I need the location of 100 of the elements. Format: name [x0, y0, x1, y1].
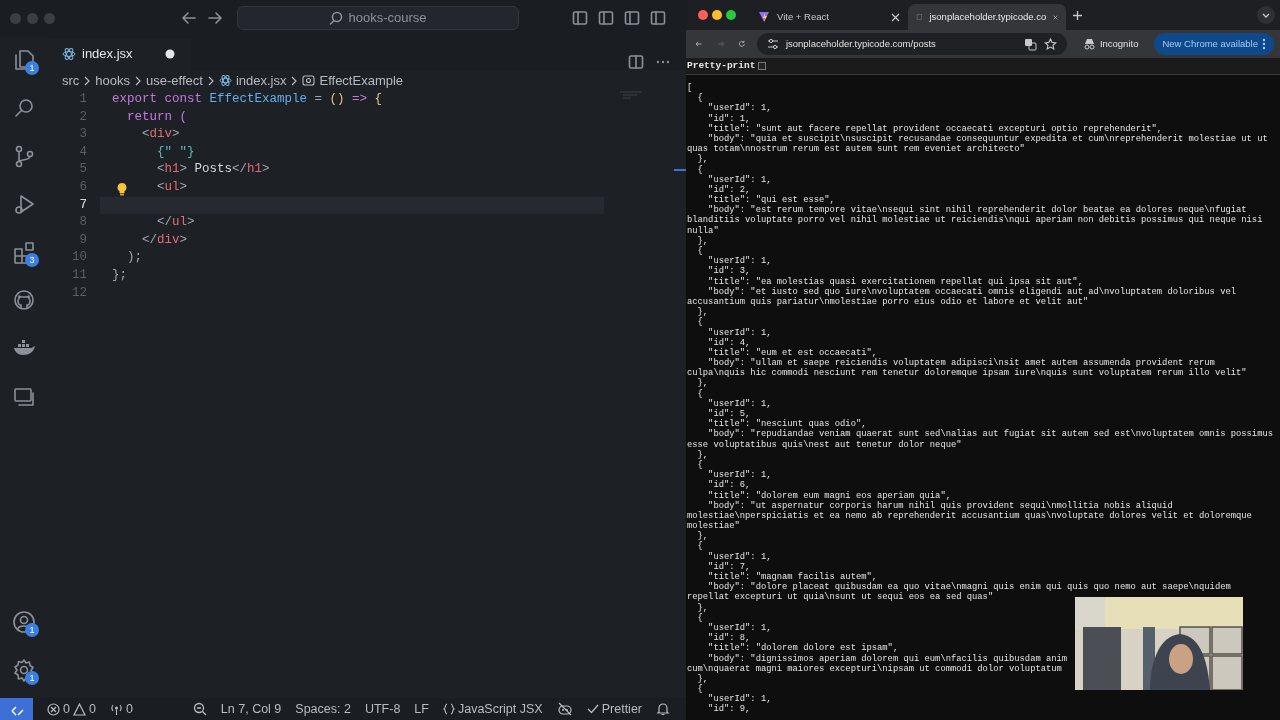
line-number: 9 [78, 231, 88, 249]
breadcrumb-item[interactable]: use-effect [146, 70, 203, 91]
forward-arrow-icon[interactable] [207, 10, 223, 26]
split-editor-icon[interactable] [628, 54, 644, 70]
json-line: culpa\nquis hic commodi nesciunt rem tenetur doloremque ipsam iure\nquis sunt voluptatem rerum illo velit" [687, 368, 1247, 379]
close-icon[interactable] [891, 12, 900, 22]
update-chrome-button[interactable]: New Chrome available [1154, 33, 1274, 55]
status-item[interactable]: Ln 7, Col 9 [220, 699, 282, 719]
braces-icon [442, 703, 455, 715]
pretty-print-checkbox[interactable] [758, 62, 767, 70]
json-line: "body": "dignissimos aperiam dolorem qui eum\nfacilis quibusdam anim [707, 653, 1068, 664]
json-line: }, [696, 235, 709, 246]
editor-tab[interactable]: index.jsx [48, 38, 191, 70]
status-item[interactable]: UTF-8 [364, 699, 401, 719]
json-line: "id": 4, [707, 337, 751, 348]
json-line: "userId": 1, [707, 398, 772, 409]
settings-icon[interactable] [12, 658, 36, 682]
check-icon [586, 703, 599, 715]
incognito-indicator[interactable]: Incognito [1074, 33, 1147, 55]
remote-button[interactable] [0, 698, 33, 720]
json-line: "id": 1, [707, 113, 751, 124]
code-line: <h1> Posts</h1> [157, 162, 270, 177]
scroll-marker [674, 169, 686, 171]
star-icon[interactable] [1043, 37, 1057, 51]
search-icon[interactable] [12, 96, 36, 120]
code-line: {" "} [157, 144, 195, 159]
json-line: "id": 3, [707, 266, 751, 277]
copilot-icon[interactable] [556, 702, 573, 716]
code-line: <div> [142, 127, 180, 142]
unsaved-dot-icon [164, 49, 175, 59]
notification-badge: 1 [25, 61, 39, 75]
files-icon[interactable] [12, 48, 36, 72]
line-number: 10 [71, 249, 88, 267]
json-line: "id": 5, [707, 409, 751, 419]
json-line: "id": 9, [707, 704, 751, 715]
chevron-icon [134, 75, 143, 86]
code-line: </ul> [157, 215, 195, 230]
back-arrow-icon[interactable] [181, 10, 197, 26]
site-info-icon [766, 38, 779, 50]
extensions-icon[interactable] [12, 240, 36, 264]
json-line: "body": "et iusto sed quo iure\nvoluptatem occaecati omnis eligendi aut ad\nvoluptatem doloribus vel [707, 286, 1236, 297]
code-line: export const EffectExample = () => { [112, 92, 383, 106]
json-line: { [696, 246, 703, 257]
json-line: quas totam\nnostrum rerum est autem sunt rem eveniet architecto" [687, 144, 1025, 155]
json-line: "title": "eum et est occaecati", [707, 347, 878, 358]
sidebar-layout-icon[interactable] [572, 10, 588, 26]
json-line: "id": 2, [707, 184, 751, 195]
breadcrumb-item[interactable]: index.jsx [235, 70, 287, 91]
json-line: }, [696, 673, 709, 684]
bell-icon[interactable] [656, 702, 670, 716]
json-line: "userId": 1, [707, 256, 772, 267]
warning-icon [72, 702, 86, 716]
breadcrumb-item[interactable]: src [62, 70, 80, 91]
panel-layout-icon[interactable] [598, 10, 614, 26]
close-window-button[interactable] [698, 10, 708, 20]
broadcast-icon [109, 702, 123, 716]
browser-tab[interactable]: Vite + React [750, 4, 908, 30]
json-line: { [696, 541, 703, 552]
json-line: { [696, 459, 703, 471]
json-line: { [696, 164, 703, 175]
status-item[interactable]: LF [414, 699, 429, 719]
json-line: "userId": 1, [707, 622, 772, 633]
secondary-sidebar-icon[interactable] [624, 10, 640, 26]
translate-icon[interactable] [1023, 37, 1037, 51]
breadcrumb-item[interactable]: EffectExample [319, 70, 404, 91]
line-number: 1 [78, 91, 88, 108]
json-line: [ [687, 83, 693, 94]
minimize-window-button[interactable] [712, 10, 722, 20]
code-line: return ( [127, 109, 188, 124]
account-icon[interactable] [12, 610, 36, 634]
github-icon[interactable] [12, 288, 36, 312]
json-line: cum\nquaerat magni maiores excepturi\nipsam ut commodi dolor voluptatum [687, 663, 1062, 674]
line-number: 5 [78, 161, 88, 179]
new-tab-icon[interactable] [1072, 9, 1083, 21]
zoom-icon[interactable] [192, 702, 207, 716]
json-line: "body": "dolore placeat quibusdam ea quo vitae\nmagni quis enim qui quis quo nemo aut saepe\nquidem [708, 582, 1231, 593]
lightbulb-icon[interactable] [116, 181, 128, 196]
address-bar[interactable]: jsonplaceholder.typicode.com/posts [756, 33, 1067, 55]
json-line: molestiae\nperspiciatis et ea nemo ab reprehenderit accusantium quas\nvoluptate dolores velit et doloremque [687, 510, 1252, 521]
json-line: "title": "dolorem eum magni eos aperiam quia", [707, 490, 951, 501]
run-debug-icon[interactable] [12, 192, 36, 216]
tab-search-icon[interactable] [1257, 6, 1275, 24]
prettier-status[interactable]: Prettier [586, 699, 642, 719]
browser-tab[interactable]: jsonplaceholder.typicode.co [908, 4, 1066, 30]
json-line: "userId": 1, [707, 694, 772, 705]
language-mode[interactable]: JavaScript JSX [442, 699, 543, 719]
json-line: }, [696, 449, 709, 460]
problems-status[interactable]: 0 0 [47, 699, 96, 719]
json-line: "userId": 1, [707, 327, 772, 338]
json-line: "body": "quia et suscipit\nsuscipit recusandae consequuntur expedita et cum\nreprehenderit molestiae ut ut [707, 133, 1268, 144]
status-item[interactable]: Spaces: 2 [295, 699, 351, 719]
json-line: molestiae" [687, 521, 740, 532]
ports-status[interactable]: 0 [109, 699, 133, 719]
breadcrumb-item[interactable]: hooks [95, 70, 131, 91]
json-line: "title": "ea molestias quasi exercitationem repellat qui ipsa sit aut", [707, 276, 1083, 287]
customize-layout-icon[interactable] [650, 10, 666, 26]
maximize-window-button[interactable] [726, 10, 736, 20]
command-center-search[interactable]: hooks-course [237, 6, 519, 30]
json-line: "userId": 1, [707, 174, 772, 185]
line-number: 7 [78, 196, 88, 214]
